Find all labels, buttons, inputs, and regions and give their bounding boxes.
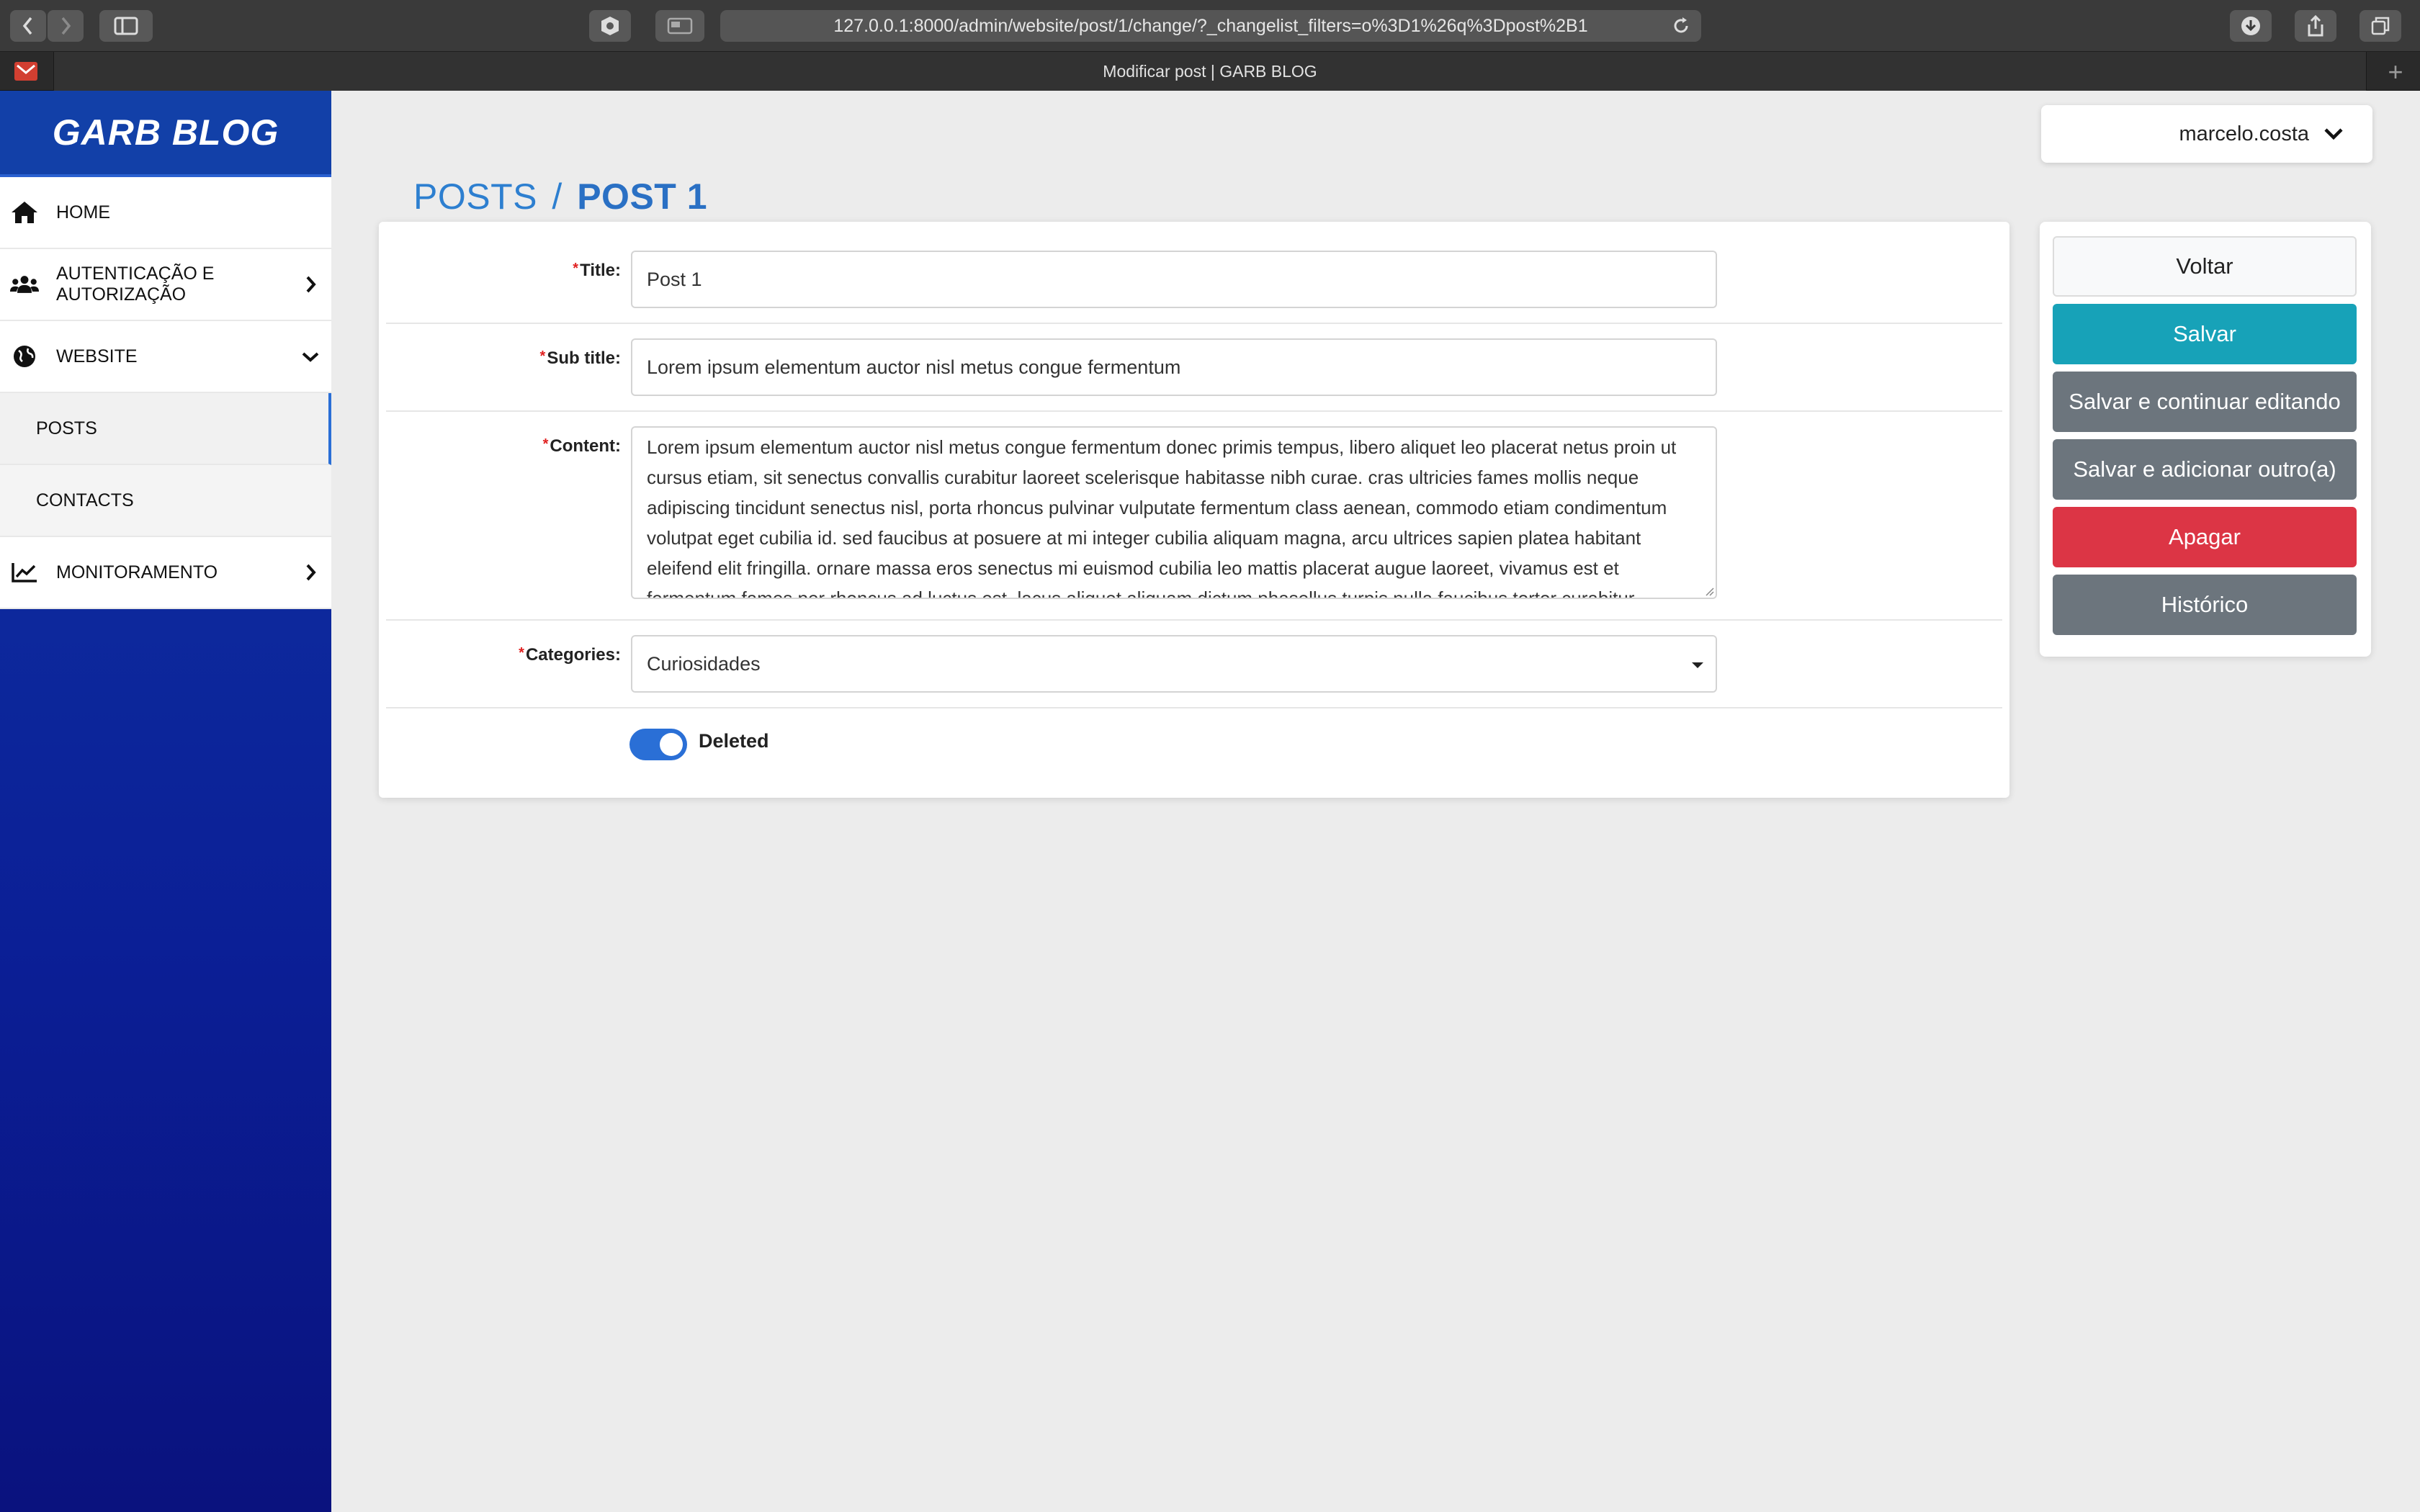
sidebar-item-label: POSTS xyxy=(36,418,97,438)
chevron-right-icon xyxy=(306,564,316,581)
sidebar-item-monitoramento[interactable]: MONITORAMENTO xyxy=(0,537,331,609)
save-button[interactable]: Salvar xyxy=(2053,304,2357,364)
delete-button[interactable]: Apagar xyxy=(2053,507,2357,567)
shield-icon xyxy=(601,17,619,35)
chevron-right-icon xyxy=(306,276,316,293)
sidebar-item-website[interactable]: WEBSITE xyxy=(0,321,331,393)
sidebar-item-label: AUTENTICAÇÃO E AUTORIZAÇÃO xyxy=(56,264,215,305)
sidebar-item-home[interactable]: HOME xyxy=(0,177,331,249)
save-continue-button[interactable]: Salvar e continuar editando xyxy=(2053,372,2357,432)
sidebar-item-auth[interactable]: AUTENTICAÇÃO E AUTORIZAÇÃO xyxy=(0,249,331,321)
reload-icon[interactable] xyxy=(1671,16,1691,36)
gmail-icon[interactable] xyxy=(14,62,37,81)
browser-tab-bar: Modificar post | GARB BLOG + xyxy=(0,52,2420,91)
reader-button[interactable] xyxy=(655,10,704,42)
sidebar-item-posts[interactable]: POSTS xyxy=(0,393,331,465)
required-mark: * xyxy=(519,645,524,661)
categories-selected: Curiosidades xyxy=(647,652,761,675)
caret-down-icon xyxy=(1692,662,1703,668)
breadcrumb-separator: / xyxy=(552,176,563,217)
user-menu[interactable]: marcelo.costa xyxy=(2041,105,2372,163)
url-text: 127.0.0.1:8000/admin/website/post/1/chan… xyxy=(833,15,1588,36)
tabs-overview-button[interactable] xyxy=(2360,10,2401,42)
content-label: *Content: xyxy=(542,436,621,456)
active-tab[interactable]: Modificar post | GARB BLOG xyxy=(53,52,2367,91)
required-mark: * xyxy=(542,436,549,452)
categories-row: *Categories: Curiosidades xyxy=(386,621,2002,708)
actions-panel: Voltar Salvar Salvar e continuar editand… xyxy=(2040,222,2371,657)
sidebar-item-label: HOME xyxy=(56,202,110,222)
download-icon xyxy=(2241,17,2260,35)
new-tab-button[interactable]: + xyxy=(2381,58,2410,86)
required-mark: * xyxy=(573,261,579,276)
resize-grip-icon[interactable] xyxy=(1704,586,1714,596)
content-text: Lorem ipsum elementum auctor nisl metus … xyxy=(647,436,1677,599)
categories-label: *Categories: xyxy=(519,645,621,665)
tabs-icon xyxy=(2371,17,2390,35)
chart-line-icon xyxy=(10,562,39,583)
sidebar: GARB BLOG HOME AUTENTICAÇÃO E AUTORIZAÇÃ… xyxy=(0,91,331,1512)
sidebar-item-contacts[interactable]: CONTACTS xyxy=(0,465,331,537)
sidebar-icon xyxy=(114,17,138,35)
sidebar-item-label: WEBSITE xyxy=(56,346,138,366)
content-textarea[interactable]: Lorem ipsum elementum auctor nisl metus … xyxy=(631,426,1717,599)
chevron-right-icon xyxy=(61,17,71,35)
chevron-down-icon xyxy=(2324,128,2343,140)
breadcrumb-current: POST 1 xyxy=(577,176,708,217)
breadcrumb-posts-link[interactable]: POSTS xyxy=(413,176,537,217)
subtitle-input[interactable]: Lorem ipsum elementum auctor nisl metus … xyxy=(631,338,1717,396)
subtitle-row: *Sub title: Lorem ipsum elementum auctor… xyxy=(386,324,2002,412)
share-icon xyxy=(2308,14,2323,37)
sidebar-menu: HOME AUTENTICAÇÃO E AUTORIZAÇÃO WEBSITE … xyxy=(0,177,331,609)
back-button[interactable]: Voltar xyxy=(2053,236,2357,297)
chevron-left-icon xyxy=(22,17,32,35)
share-button[interactable] xyxy=(2295,10,2336,42)
save-add-another-button[interactable]: Salvar e adicionar outro(a) xyxy=(2053,439,2357,500)
title-input[interactable]: Post 1 xyxy=(631,251,1717,308)
users-icon xyxy=(10,274,39,295)
categories-select[interactable]: Curiosidades xyxy=(631,635,1717,693)
brand-title: GARB BLOG xyxy=(52,112,279,153)
deleted-toggle[interactable] xyxy=(629,729,687,760)
reader-icon xyxy=(667,17,693,35)
content-row: *Content: Lorem ipsum elementum auctor n… xyxy=(386,412,2002,621)
deleted-label: Deleted xyxy=(699,730,769,752)
history-button[interactable]: Histórico xyxy=(2053,575,2357,635)
breadcrumb: POSTS / POST 1 xyxy=(413,176,707,217)
subtitle-label: *Sub title: xyxy=(539,348,621,368)
url-bar[interactable]: 127.0.0.1:8000/admin/website/post/1/chan… xyxy=(720,10,1701,42)
sidebar-toggle-button[interactable] xyxy=(99,10,153,42)
tab-title: Modificar post | GARB BLOG xyxy=(1103,61,1317,81)
globe-icon xyxy=(10,344,39,369)
sidebar-item-label: CONTACTS xyxy=(36,490,134,510)
browser-toolbar: 127.0.0.1:8000/admin/website/post/1/chan… xyxy=(0,0,2420,52)
forward-button[interactable] xyxy=(48,10,84,42)
title-label: *Title: xyxy=(573,261,621,280)
back-button[interactable] xyxy=(10,10,46,42)
title-row: *Title: Post 1 xyxy=(386,222,2002,324)
extension-button[interactable] xyxy=(589,10,631,42)
post-form: *Title: Post 1 *Sub title: Lorem ipsum e… xyxy=(379,222,2009,798)
toggle-knob xyxy=(660,733,683,756)
required-mark: * xyxy=(539,348,546,364)
chevron-down-icon xyxy=(302,352,319,362)
user-name: marcelo.costa xyxy=(2179,122,2309,145)
downloads-button[interactable] xyxy=(2230,10,2272,42)
brand-header[interactable]: GARB BLOG xyxy=(0,91,331,177)
home-icon xyxy=(10,200,39,225)
sidebar-item-label: MONITORAMENTO xyxy=(56,562,218,582)
